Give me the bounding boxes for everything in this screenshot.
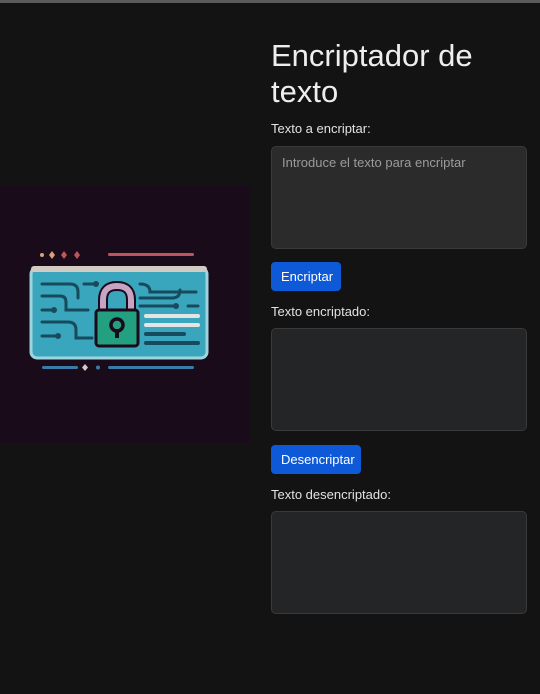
bottom-decoration bbox=[42, 364, 194, 371]
page-title: Encriptador de texto bbox=[271, 38, 473, 109]
encryption-illustration bbox=[0, 186, 249, 443]
encryptor-panel: Encriptador de texto bbox=[271, 38, 528, 110]
decrypted-output-label: Texto desencriptado: bbox=[271, 487, 391, 502]
top-decoration bbox=[40, 251, 194, 259]
decrypted-output-field[interactable] bbox=[271, 511, 527, 614]
encrypted-output-label: Texto encriptado: bbox=[271, 304, 371, 319]
encrypt-input-field[interactable] bbox=[271, 146, 527, 249]
padlock-circuit-icon bbox=[29, 251, 209, 371]
window-top-border bbox=[0, 0, 540, 3]
encrypted-output-field[interactable] bbox=[271, 328, 527, 431]
encrypt-button[interactable]: Encriptar bbox=[271, 262, 341, 291]
decrypt-button[interactable]: Desencriptar bbox=[271, 445, 361, 474]
encrypt-input-label: Texto a encriptar: bbox=[271, 121, 371, 136]
